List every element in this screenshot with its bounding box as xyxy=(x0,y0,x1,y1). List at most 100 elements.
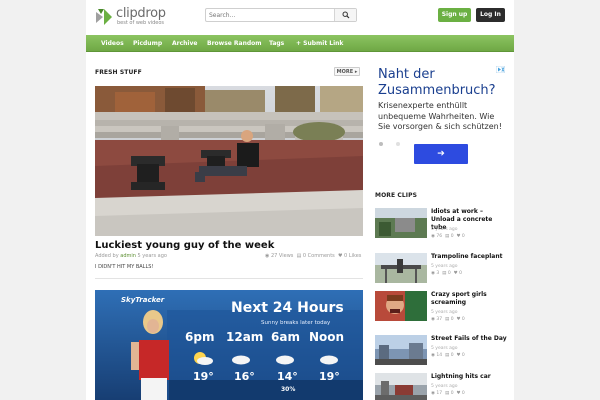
nav-item-browse-random[interactable]: Browse Random xyxy=(207,35,262,52)
ad-cta-button[interactable]: ➔ xyxy=(414,144,468,164)
comments-icon: ▤ xyxy=(444,353,450,358)
nav-item-submit-link[interactable]: + Submit Link xyxy=(296,35,343,52)
more-button[interactable]: MORE ▸ xyxy=(334,67,360,76)
views-icon: ◉ xyxy=(431,234,435,239)
video-thumbnail[interactable]: SkyTracker Next 24 Hours Sunny breaks la… xyxy=(95,290,363,400)
weather-temp-3: 14° xyxy=(277,370,298,383)
ad-body: Krisenexperte enthüllt unbequeme Wahrhei… xyxy=(378,101,502,131)
views-icon: ◉ xyxy=(431,317,435,322)
clip-thumbnail[interactable] xyxy=(375,335,427,365)
weather-headline: Next 24 Hours xyxy=(231,300,344,316)
heart-icon: ♥ xyxy=(456,234,461,239)
views-icon: ◉ xyxy=(265,253,270,259)
ad-carousel-dots[interactable] xyxy=(378,141,408,147)
weather-temp-4: 19° xyxy=(319,370,340,383)
nav-item-tags[interactable]: Tags xyxy=(269,35,284,52)
added-by-label: Added by xyxy=(95,253,119,259)
clip-item[interactable]: Crazy sport girls screaming 5 years ago … xyxy=(375,291,505,327)
site-logo[interactable]: clipdrop best of web videos xyxy=(95,6,175,29)
clip-item[interactable]: Trampoline faceplant 5 years ago ◉ 3 ▤ 0… xyxy=(375,253,505,289)
clip-thumbnail[interactable] xyxy=(375,208,427,238)
clip-likes: 0 xyxy=(459,271,462,276)
clip-comments: 0 xyxy=(450,353,454,358)
clip-comments: 0 xyxy=(450,391,454,396)
nav-item-archive[interactable]: Archive xyxy=(172,35,197,52)
clip-title[interactable]: Crazy sport girls screaming xyxy=(431,291,507,307)
weather-time-1: 6pm xyxy=(185,330,215,344)
advertisement[interactable]: Naht der Zusammenbruch? Krisenexperte en… xyxy=(377,66,505,168)
clip-age: 5 years ago xyxy=(431,227,458,232)
clip-views: 37 xyxy=(436,317,443,322)
logo-icon xyxy=(96,9,112,25)
heart-icon: ♥ xyxy=(456,391,461,396)
search-box xyxy=(205,8,357,22)
clip-stats: ◉ 37 ▤ 0 ♥ 0 xyxy=(431,317,465,322)
comments-icon: ▤ xyxy=(296,253,302,259)
divider xyxy=(95,278,363,279)
clip-views: 17 xyxy=(436,391,443,396)
post-age: 5 years ago xyxy=(137,253,167,259)
heart-icon: ♥ xyxy=(456,317,461,322)
clip-likes: 0 xyxy=(461,353,465,358)
post-comments[interactable]: 0 Comments xyxy=(303,253,335,259)
views-icon: ◉ xyxy=(431,353,435,358)
clip-age: 5 years ago xyxy=(431,264,458,269)
clip-likes: 0 xyxy=(461,234,465,239)
search-button[interactable] xyxy=(334,9,356,21)
clip-stats: ◉ 3 ▤ 0 ♥ 0 xyxy=(431,271,462,276)
post-excerpt: I DIDN'T HIT MY BALLS! xyxy=(95,264,154,270)
main-nav: Videos Picdump Archive Browse Random Tag… xyxy=(86,35,514,52)
clip-age: 5 years ago xyxy=(431,310,458,315)
comments-icon: ▤ xyxy=(444,391,450,396)
nav-item-picdump[interactable]: Picdump xyxy=(133,35,162,52)
clip-comments: 0 xyxy=(450,317,454,322)
clip-thumbnail[interactable] xyxy=(375,291,427,321)
weather-time-2: 12am xyxy=(226,330,264,344)
clip-views: 3 xyxy=(436,271,440,276)
ad-headline[interactable]: Naht der Zusammenbruch? xyxy=(378,67,504,99)
login-button[interactable]: Log In xyxy=(476,8,505,22)
post-author[interactable]: admin xyxy=(120,253,136,259)
post-views: 27 Views xyxy=(270,253,294,259)
clip-item[interactable]: Lightning hits car 5 years ago ◉ 17 ▤ 0 … xyxy=(375,373,505,400)
clip-thumbnail[interactable] xyxy=(375,253,427,283)
post-likes[interactable]: 0 Likes xyxy=(344,253,361,259)
clip-likes: 0 xyxy=(461,317,465,322)
weather-temp-2: 16° xyxy=(234,370,255,383)
fresh-stuff-heading: FRESH STUFF xyxy=(95,69,142,76)
post-meta: Added by admin 5 years ago xyxy=(95,253,167,259)
weather-brand: SkyTracker xyxy=(121,296,165,304)
views-icon: ◉ xyxy=(431,271,435,276)
clip-title[interactable]: Trampoline faceplant xyxy=(431,253,507,261)
site-header: clipdrop best of web videos Sign up Log … xyxy=(86,0,514,34)
weather-time-3: 6am xyxy=(271,330,300,344)
views-icon: ◉ xyxy=(431,391,435,396)
search-icon xyxy=(342,11,350,19)
clip-title[interactable]: Street Fails of the Day xyxy=(431,335,507,343)
clip-item[interactable]: Street Fails of the Day 5 years ago ◉ 14… xyxy=(375,335,507,371)
heart-icon: ♥ xyxy=(453,271,458,276)
clip-stats: ◉ 17 ▤ 0 ♥ 0 xyxy=(431,391,465,396)
clip-stats: ◉ 14 ▤ 0 ♥ 0 xyxy=(431,353,465,358)
clip-comments: 0 xyxy=(450,234,454,239)
comments-icon: ▤ xyxy=(444,317,450,322)
clip-stats: ◉ 76 ▤ 0 ♥ 0 xyxy=(431,234,465,239)
clip-thumbnail[interactable] xyxy=(375,373,427,400)
logo-name: clipdrop xyxy=(116,6,166,21)
comments-icon: ▤ xyxy=(444,234,450,239)
clip-item[interactable]: Idiots at work – Unload a concrete tube … xyxy=(375,208,505,244)
signup-button[interactable]: Sign up xyxy=(438,8,471,22)
clip-comments: 0 xyxy=(447,271,451,276)
page-container: clipdrop best of web videos Sign up Log … xyxy=(86,0,514,400)
clip-title[interactable]: Lightning hits car xyxy=(431,373,507,381)
weather-pop: 30% xyxy=(281,386,296,393)
featured-video-thumbnail[interactable] xyxy=(95,86,363,236)
search-input[interactable] xyxy=(208,9,334,21)
weather-subtitle: Sunny breaks later today xyxy=(261,320,331,326)
heart-icon: ♥ xyxy=(456,353,461,358)
featured-video-image xyxy=(95,86,363,236)
post-title[interactable]: Luckiest young guy of the week xyxy=(95,240,274,251)
comments-icon: ▤ xyxy=(442,271,447,276)
clip-age: 5 years ago xyxy=(431,346,458,351)
nav-item-videos[interactable]: Videos xyxy=(101,35,124,52)
